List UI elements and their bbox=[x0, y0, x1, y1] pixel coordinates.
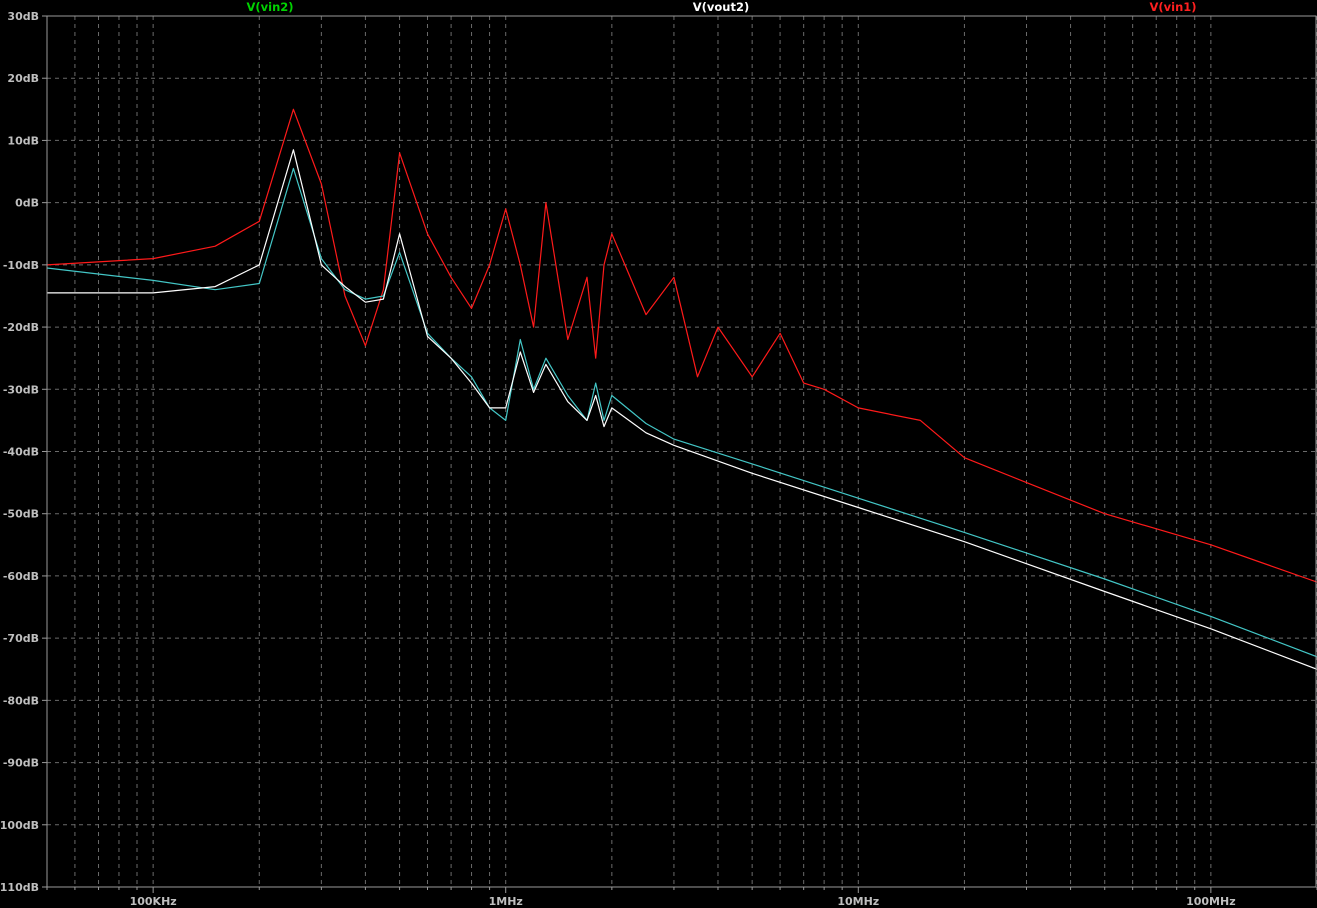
y-tick-label: -70dB bbox=[3, 632, 39, 645]
y-tick-label: -20dB bbox=[3, 321, 39, 334]
y-tick-label: -10dB bbox=[3, 259, 39, 272]
y-tick-label: 10dB bbox=[7, 134, 39, 147]
legend-entry: V(vout2) bbox=[693, 0, 750, 14]
x-tick-label: 10MHz bbox=[837, 895, 879, 908]
x-tick-label: 1MHz bbox=[489, 895, 523, 908]
x-tick-label: 100MHz bbox=[1186, 895, 1236, 908]
plot-background bbox=[0, 0, 1317, 908]
y-tick-label: 100dB bbox=[0, 819, 39, 832]
y-tick-label: 110dB bbox=[0, 881, 39, 894]
y-tick-label: -60dB bbox=[3, 570, 39, 583]
y-tick-label: -80dB bbox=[3, 694, 39, 707]
y-tick-label: -40dB bbox=[3, 446, 39, 459]
x-tick-label: 100KHz bbox=[130, 895, 177, 908]
legend-entry: V(vin1) bbox=[1149, 0, 1196, 14]
y-tick-label: -50dB bbox=[3, 508, 39, 521]
y-tick-label: -30dB bbox=[3, 383, 39, 396]
y-tick-label: 30dB bbox=[7, 10, 39, 23]
legend-entry: V(vin2) bbox=[246, 0, 293, 14]
y-tick-label: 20dB bbox=[7, 72, 39, 85]
bode-plot: 30dB 20dB 10dB 0dB -10dB -20dB -30dB -40dB -50dB… bbox=[0, 0, 1317, 908]
y-tick-label: 0dB bbox=[15, 197, 39, 210]
y-tick-label: -90dB bbox=[3, 757, 39, 770]
